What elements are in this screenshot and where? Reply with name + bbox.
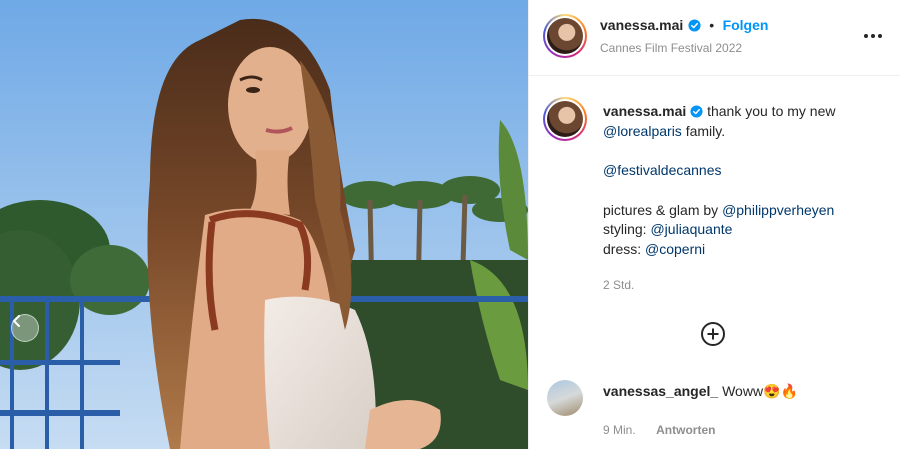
post-photo[interactable]: [0, 0, 528, 449]
follow-button[interactable]: Folgen: [723, 17, 769, 33]
caption-credit-dress: dress:: [603, 240, 646, 257]
caption-line-1: vanessa.mai thank you to my new: [603, 102, 888, 122]
caption-line-4: pictures & glam by @philippverheyen: [603, 201, 888, 221]
caption-avatar[interactable]: [543, 97, 587, 141]
author-username[interactable]: vanessa.mai: [600, 17, 683, 33]
mention-juliaquante[interactable]: @juliaquante: [650, 221, 732, 237]
author-avatar[interactable]: [543, 14, 587, 58]
caption-text: thank you to my new: [707, 103, 836, 119]
caption-line-2: @lorealparis family.: [603, 122, 888, 142]
verified-badge-icon: [690, 105, 703, 118]
chevron-left-icon: [12, 315, 20, 327]
load-more-comments-button[interactable]: [700, 321, 726, 347]
caption-line-6: dress: @coperni: [603, 240, 888, 260]
reply-button[interactable]: Antworten: [656, 423, 715, 437]
mention-philippverheyen[interactable]: @philippverheyen: [722, 202, 834, 218]
comment-row: vanessas_angel_ Woww😍🔥: [603, 382, 798, 402]
verified-badge-icon: [688, 19, 701, 32]
caption-username[interactable]: vanessa.mai: [603, 103, 686, 119]
comment-meta: 9 Min. Antworten: [603, 421, 715, 439]
caption: vanessa.mai thank you to my new @lorealp…: [603, 102, 888, 259]
commenter-username[interactable]: vanessas_angel_: [603, 383, 718, 399]
caption-line-5: styling: @juliaquante: [603, 220, 888, 240]
caption-credit-pictures: pictures & glam by: [603, 201, 723, 218]
comment-text: Woww😍🔥: [722, 383, 798, 399]
caption-timestamp[interactable]: 2 Std.: [603, 278, 634, 292]
more-options-button[interactable]: [859, 24, 887, 48]
comment-timestamp[interactable]: 9 Min.: [603, 423, 636, 437]
plus-circle-icon: [701, 322, 725, 346]
more-horizontal-icon: [864, 34, 882, 38]
post-location[interactable]: Cannes Film Festival 2022: [600, 41, 742, 55]
mention-lorealparis[interactable]: @lorealparis: [603, 123, 682, 139]
commenter-avatar[interactable]: [547, 380, 583, 416]
mention-festivaldecannes[interactable]: @festivaldecannes: [603, 162, 722, 178]
caption-text-family: family.: [681, 122, 726, 139]
post-image: [0, 0, 528, 449]
post-header: vanessa.mai • Folgen Cannes Film Festiva…: [529, 0, 900, 76]
post-side-panel: vanessa.mai • Folgen Cannes Film Festiva…: [528, 0, 900, 449]
header-title-row: vanessa.mai • Folgen: [600, 17, 768, 35]
carousel-prev-button[interactable]: [11, 314, 39, 342]
separator-dot: •: [709, 17, 715, 33]
caption-credit-styling: styling:: [603, 221, 651, 237]
caption-line-3: @festivaldecannes: [603, 161, 888, 181]
mention-coperni[interactable]: @coperni: [645, 241, 705, 257]
